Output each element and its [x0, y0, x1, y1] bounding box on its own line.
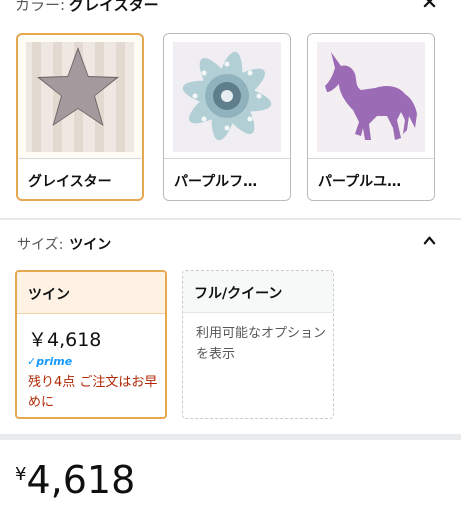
size-label-text: サイズ: [17, 237, 64, 253]
size-option-twin[interactable]: ツイン ￥4,618 ✓prime 残り4点 ご注文はお早めに [15, 270, 167, 419]
swatch-label: グレイスター [18, 158, 142, 199]
swatch-label: パープルフ… [164, 158, 290, 200]
prime-text: prime [36, 355, 73, 368]
size-name: ツイン [17, 272, 165, 314]
swatch-purple-flower[interactable]: パープルフ… [163, 33, 291, 201]
product-price: ¥4,618 [15, 458, 135, 502]
currency-symbol: ¥ [15, 464, 27, 485]
see-options-text: 利用可能なオプションを表示 [196, 326, 327, 362]
size-name: フル/クイーン [183, 271, 333, 313]
purple-flower-image [173, 42, 281, 152]
swatch-label: パープルユ… [308, 158, 434, 200]
close-icon[interactable] [423, 0, 436, 8]
swatch-gray-star[interactable]: グレイスター [16, 33, 144, 201]
section-divider [0, 218, 461, 220]
selected-color-value: グレイスター [69, 0, 159, 14]
size-label: サイズ: ツイン [17, 234, 111, 254]
size-price: ￥4,618 [28, 329, 102, 351]
color-label: カラー: グレイスター [15, 0, 159, 15]
color-label-text: カラー: [15, 0, 66, 14]
gray-star-image [26, 42, 134, 152]
prime-badge: ✓prime [27, 355, 73, 368]
chevron-up-icon[interactable] [423, 234, 436, 247]
selected-size-value: ツイン [69, 237, 112, 253]
swatch-purple-unicorn[interactable]: パープルユ… [307, 33, 435, 201]
section-divider [0, 434, 461, 440]
size-option-full-queen[interactable]: フル/クイーン 利用可能なオプションを表示 [182, 270, 334, 419]
purple-unicorn-image [317, 42, 425, 152]
price-amount: 4,618 [26, 458, 136, 502]
stock-status: 残り4点 ご注文はお早めに [28, 375, 158, 410]
